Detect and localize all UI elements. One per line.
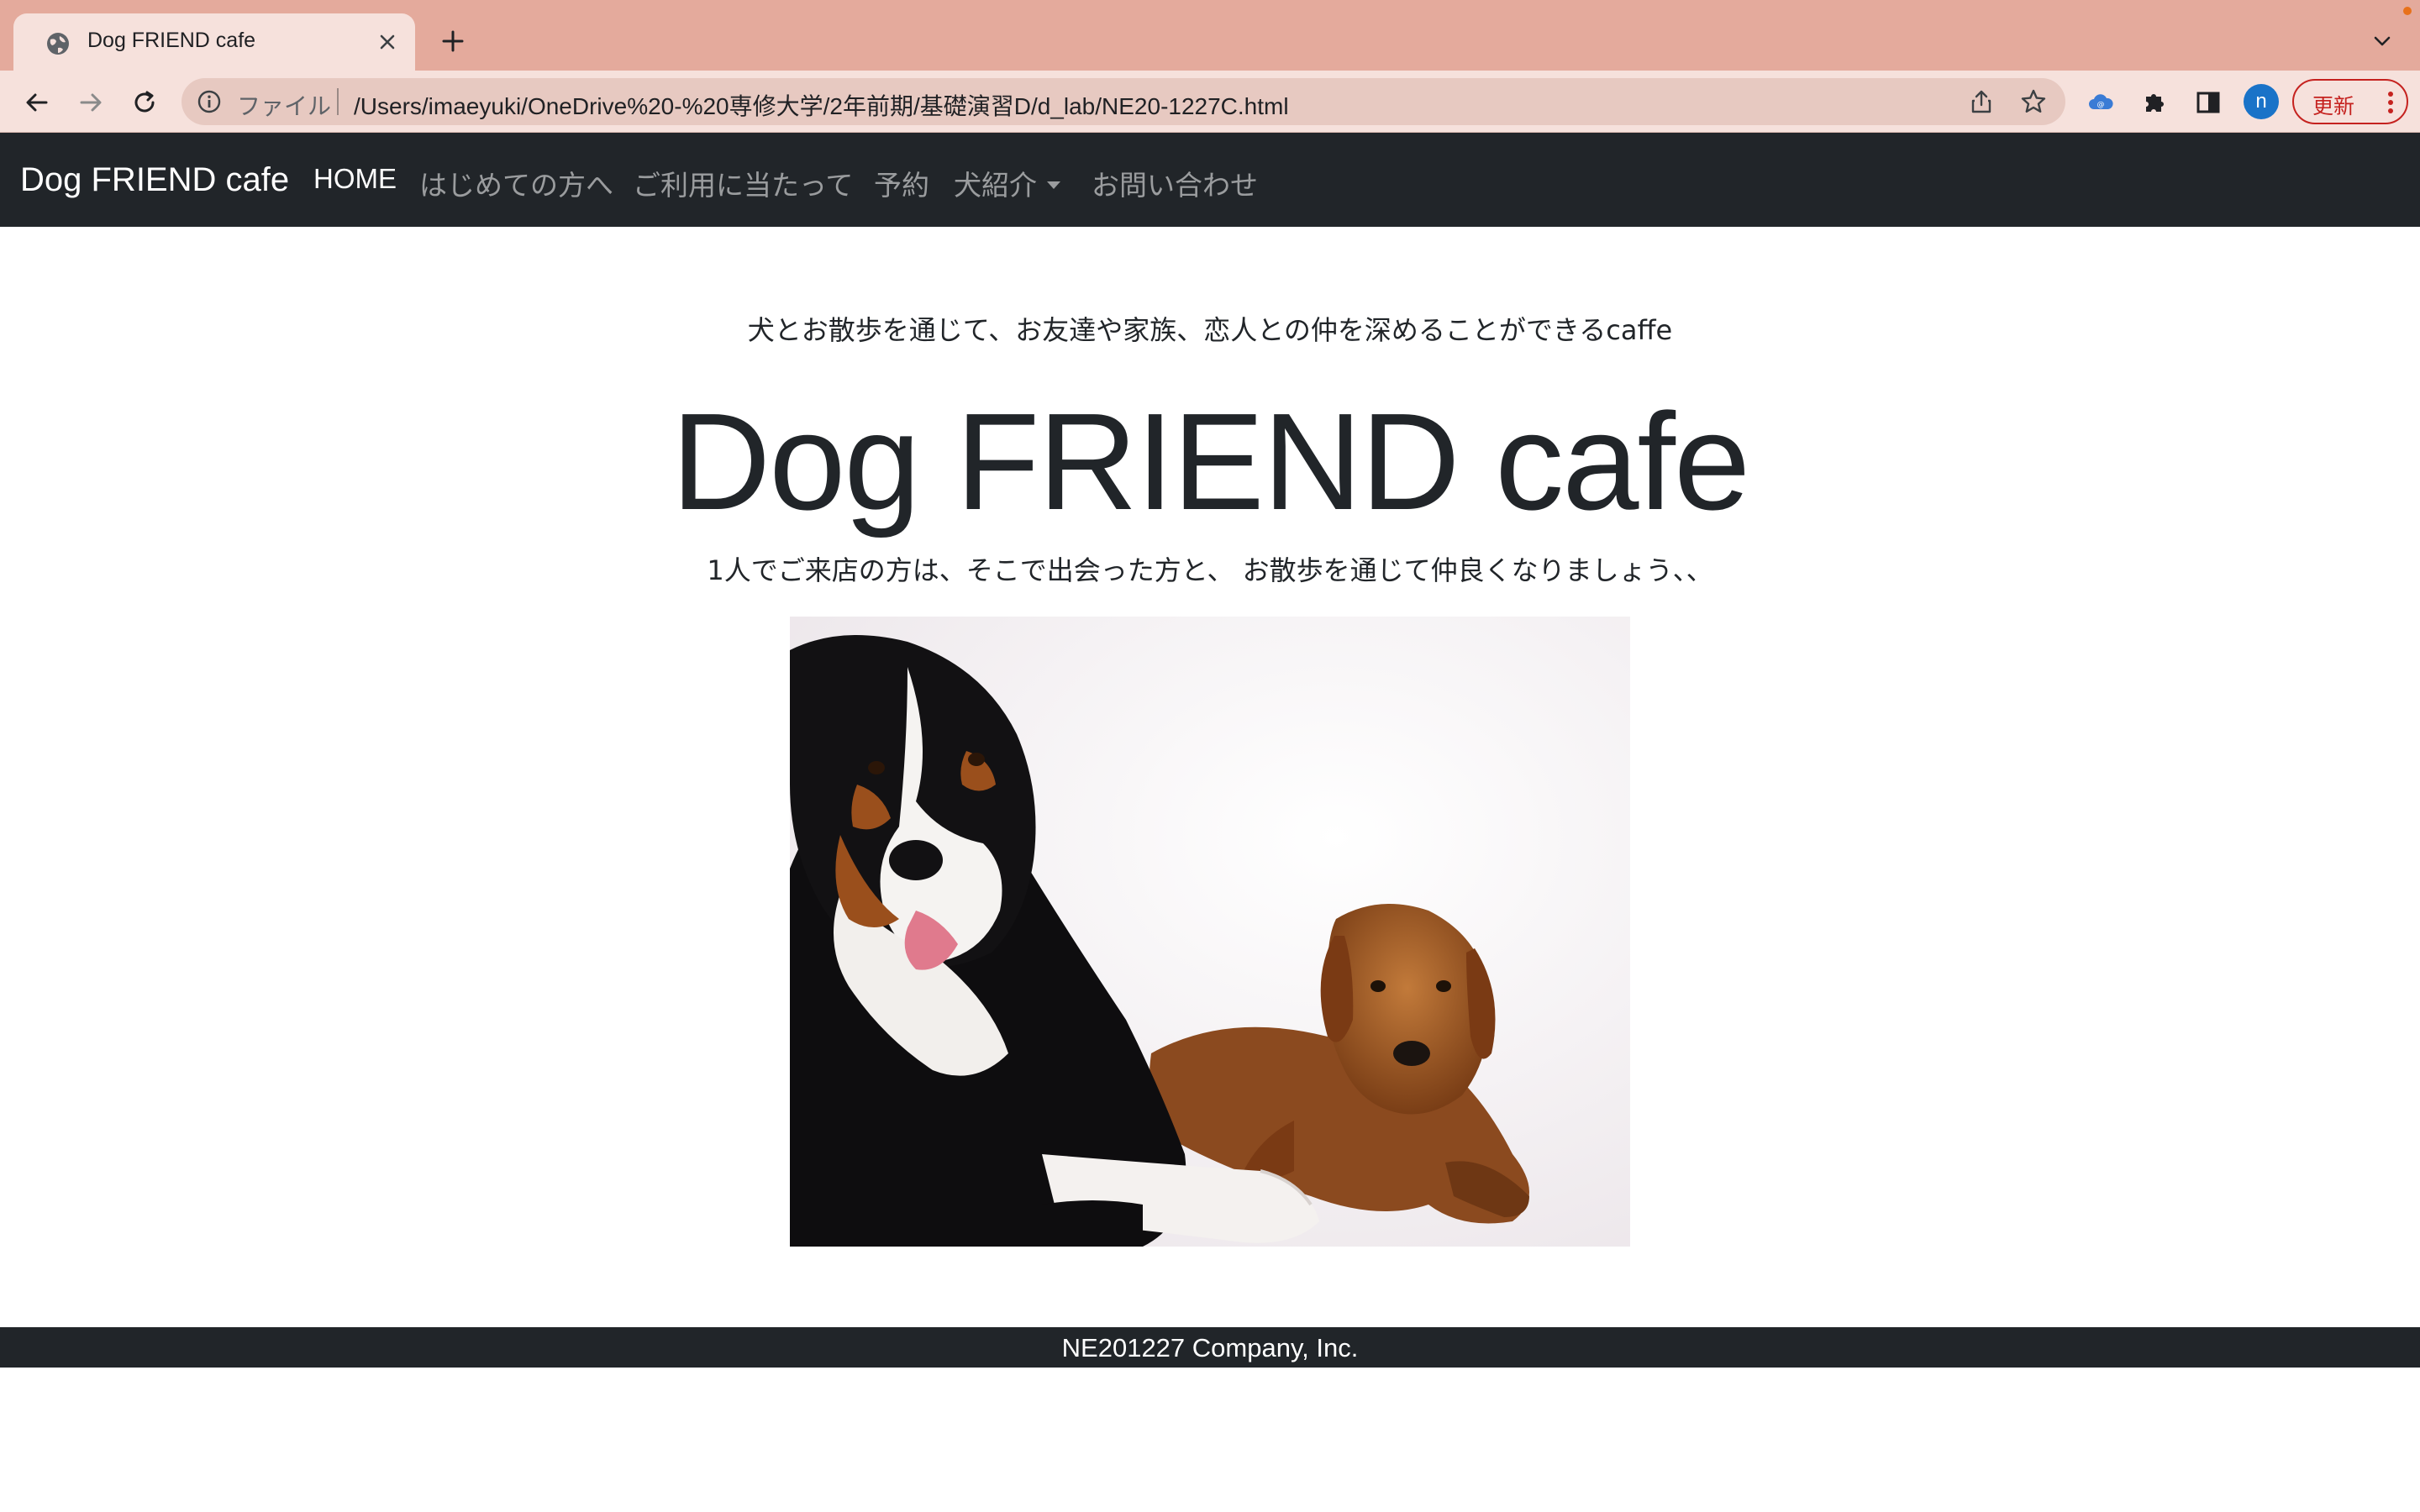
hero-subtitle: 1人でご来店の方は、そこで出会った方と、 お散歩を通じて仲良くなりましょう、、 <box>707 554 1713 586</box>
new-tab-plus-icon[interactable] <box>437 25 469 57</box>
caret-down-icon <box>1047 181 1060 189</box>
browser-tab[interactable]: Dog FRIEND cafe <box>13 13 415 71</box>
footer-text: NE201227 Company, Inc. <box>1061 1333 1359 1362</box>
dogs-photo <box>790 617 1630 1247</box>
back-arrow-icon[interactable] <box>18 84 55 121</box>
chevron-down-icon[interactable] <box>2368 27 2396 55</box>
navbar-brand[interactable]: Dog FRIEND cafe <box>20 161 289 199</box>
hero-title: Dog FRIEND cafe <box>671 385 1750 538</box>
update-label: 更新 <box>2312 94 2355 118</box>
nav-item-usage-guide[interactable]: ご利用に当たって <box>633 163 853 203</box>
forward-arrow-icon[interactable] <box>72 84 109 121</box>
tab-title: Dog FRIEND cafe <box>87 29 256 52</box>
puzzle-extensions-icon[interactable] <box>2136 84 2173 121</box>
nav-item-home[interactable]: HOME <box>313 163 397 195</box>
profile-avatar[interactable]: n <box>2244 84 2279 119</box>
omnibox-divider <box>337 88 339 115</box>
info-icon[interactable] <box>197 89 222 114</box>
nav-item-first-time[interactable]: はじめての方へ <box>419 163 613 203</box>
address-bar[interactable]: ファイル /Users/imaeyuki/OneDrive%20-%20専修大学… <box>182 78 2065 125</box>
nav-item-dog-introduction-label: 犬紹介 <box>954 170 1037 201</box>
nav-item-dog-introduction-dropdown[interactable]: 犬紹介 <box>954 163 1060 203</box>
site-navbar: Dog FRIEND cafe HOME はじめての方へ ご利用に当たって 予約… <box>0 133 2420 227</box>
site-footer: NE201227 Company, Inc. <box>0 1327 2420 1368</box>
nav-item-contact[interactable]: お問い合わせ <box>1092 163 1258 203</box>
update-button[interactable]: 更新 <box>2292 79 2408 124</box>
nav-item-reservation[interactable]: 予約 <box>874 163 929 203</box>
svg-text:@: @ <box>2097 101 2105 109</box>
extension-cloud-icon[interactable]: @ <box>2082 84 2119 121</box>
url-text[interactable]: /Users/imaeyuki/OneDrive%20-%20専修大学/2年前期… <box>354 88 1289 122</box>
bookmark-star-icon[interactable] <box>2018 87 2049 117</box>
close-icon[interactable] <box>375 29 400 55</box>
side-panel-icon[interactable] <box>2190 84 2227 121</box>
url-scheme-label: ファイル <box>237 93 332 119</box>
reload-icon[interactable] <box>126 84 163 121</box>
more-vertical-icon[interactable] <box>2385 91 2396 114</box>
notification-dot <box>2403 7 2412 15</box>
browser-toolbar: ファイル /Users/imaeyuki/OneDrive%20-%20専修大学… <box>0 71 2420 133</box>
browser-tab-strip: Dog FRIEND cafe <box>0 0 2420 71</box>
share-icon[interactable] <box>1966 87 1996 117</box>
hero-tagline: 犬とお散歩を通じて、お友達や家族、恋人との仲を深めることができるcaffe <box>747 314 1673 346</box>
globe-icon <box>45 31 71 56</box>
